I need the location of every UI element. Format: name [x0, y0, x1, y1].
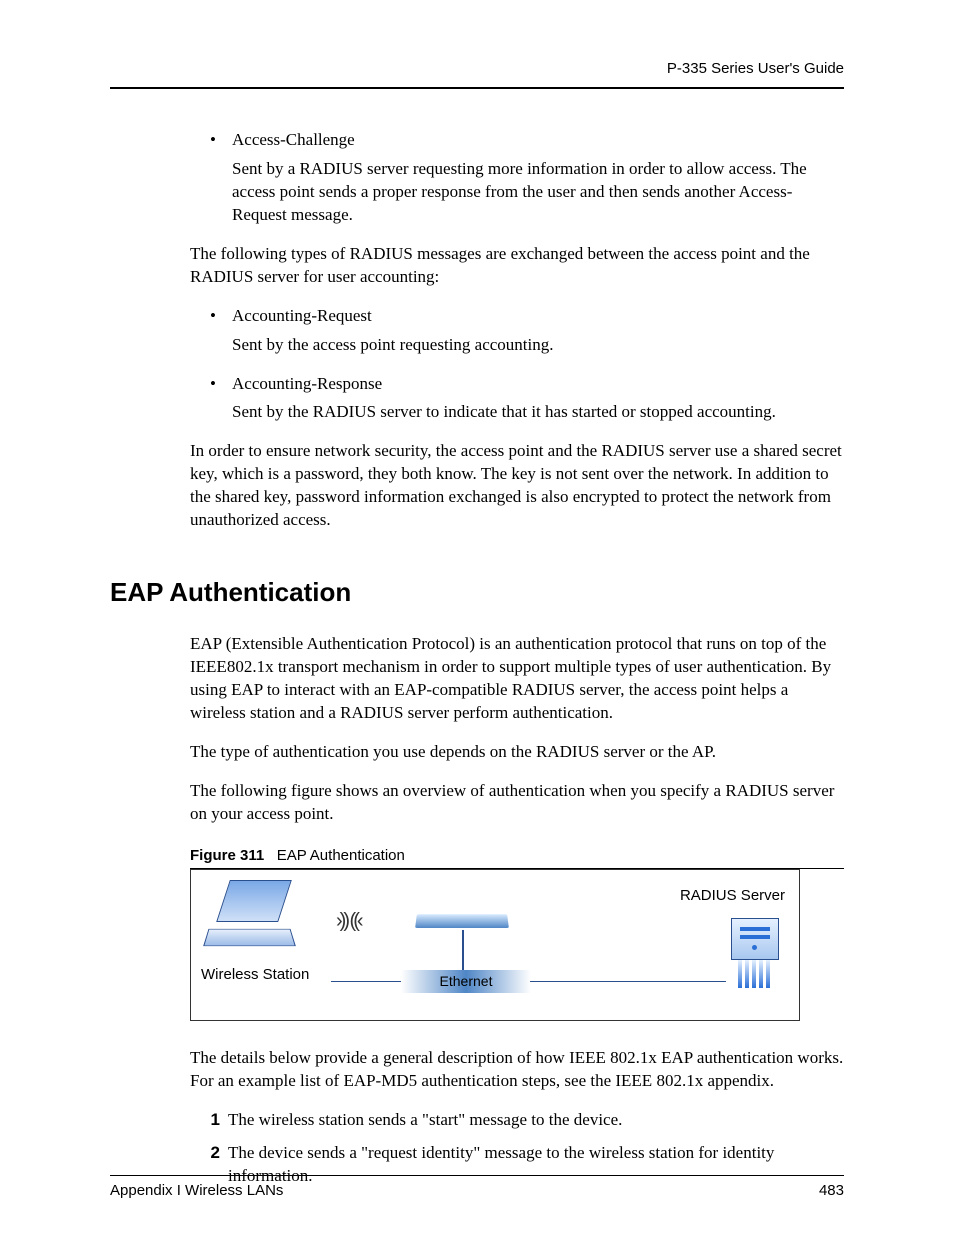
bullet-access-challenge: Access-Challenge: [232, 129, 844, 152]
step-1-text: The wireless station sends a "start" mes…: [228, 1109, 844, 1132]
bullet-dot: •: [210, 305, 232, 328]
figure-caption: Figure 311 EAP Authentication: [190, 846, 844, 869]
step-number-1: 1: [198, 1109, 228, 1132]
radius-server-label: RADIUS Server: [680, 886, 785, 906]
server-icon: [731, 918, 779, 988]
footer-appendix: Appendix I Wireless LANs: [110, 1182, 283, 1199]
switch-icon: [415, 914, 509, 928]
figure-eap-authentication: Wireless Station ›)) ((‹ Ethernet RADIUS…: [190, 869, 800, 1021]
para-eap-details: The details below provide a general desc…: [190, 1047, 844, 1093]
bullet-access-challenge-desc: Sent by a RADIUS server requesting more …: [232, 158, 844, 227]
wireless-signal-icon: ›)) ((‹: [336, 908, 361, 935]
ethernet-label: Ethernet: [401, 970, 531, 993]
heading-eap-authentication: EAP Authentication: [110, 577, 844, 608]
bullet-accounting-response-desc: Sent by the RADIUS server to indicate th…: [232, 401, 844, 424]
bullet-accounting-request: Accounting-Request: [232, 305, 844, 328]
bullet-accounting-response: Accounting-Response: [232, 373, 844, 396]
bullet-dot: •: [210, 129, 232, 152]
bullet-dot: •: [210, 373, 232, 396]
figure-label: Figure 311: [190, 847, 264, 864]
connector-line: [530, 981, 726, 982]
para-radius-accounting-intro: The following types of RADIUS messages a…: [190, 243, 844, 289]
footer-rule: [110, 1175, 844, 1176]
para-eap-intro: EAP (Extensible Authentication Protocol)…: [190, 633, 844, 725]
para-shared-secret: In order to ensure network security, the…: [190, 440, 844, 532]
figure-title: EAP Authentication: [277, 847, 405, 864]
footer-page-number: 483: [819, 1182, 844, 1199]
bullet-accounting-request-desc: Sent by the access point requesting acco…: [232, 334, 844, 357]
header-guide-title: P-335 Series User's Guide: [110, 60, 844, 77]
connector-line: [331, 981, 402, 982]
header-rule: [110, 87, 844, 89]
para-eap-type: The type of authentication you use depen…: [190, 741, 844, 764]
para-eap-figure-intro: The following figure shows an overview o…: [190, 780, 844, 826]
connector-line: [462, 930, 464, 970]
laptop-icon: [201, 880, 301, 955]
wireless-station-label: Wireless Station: [201, 965, 309, 985]
